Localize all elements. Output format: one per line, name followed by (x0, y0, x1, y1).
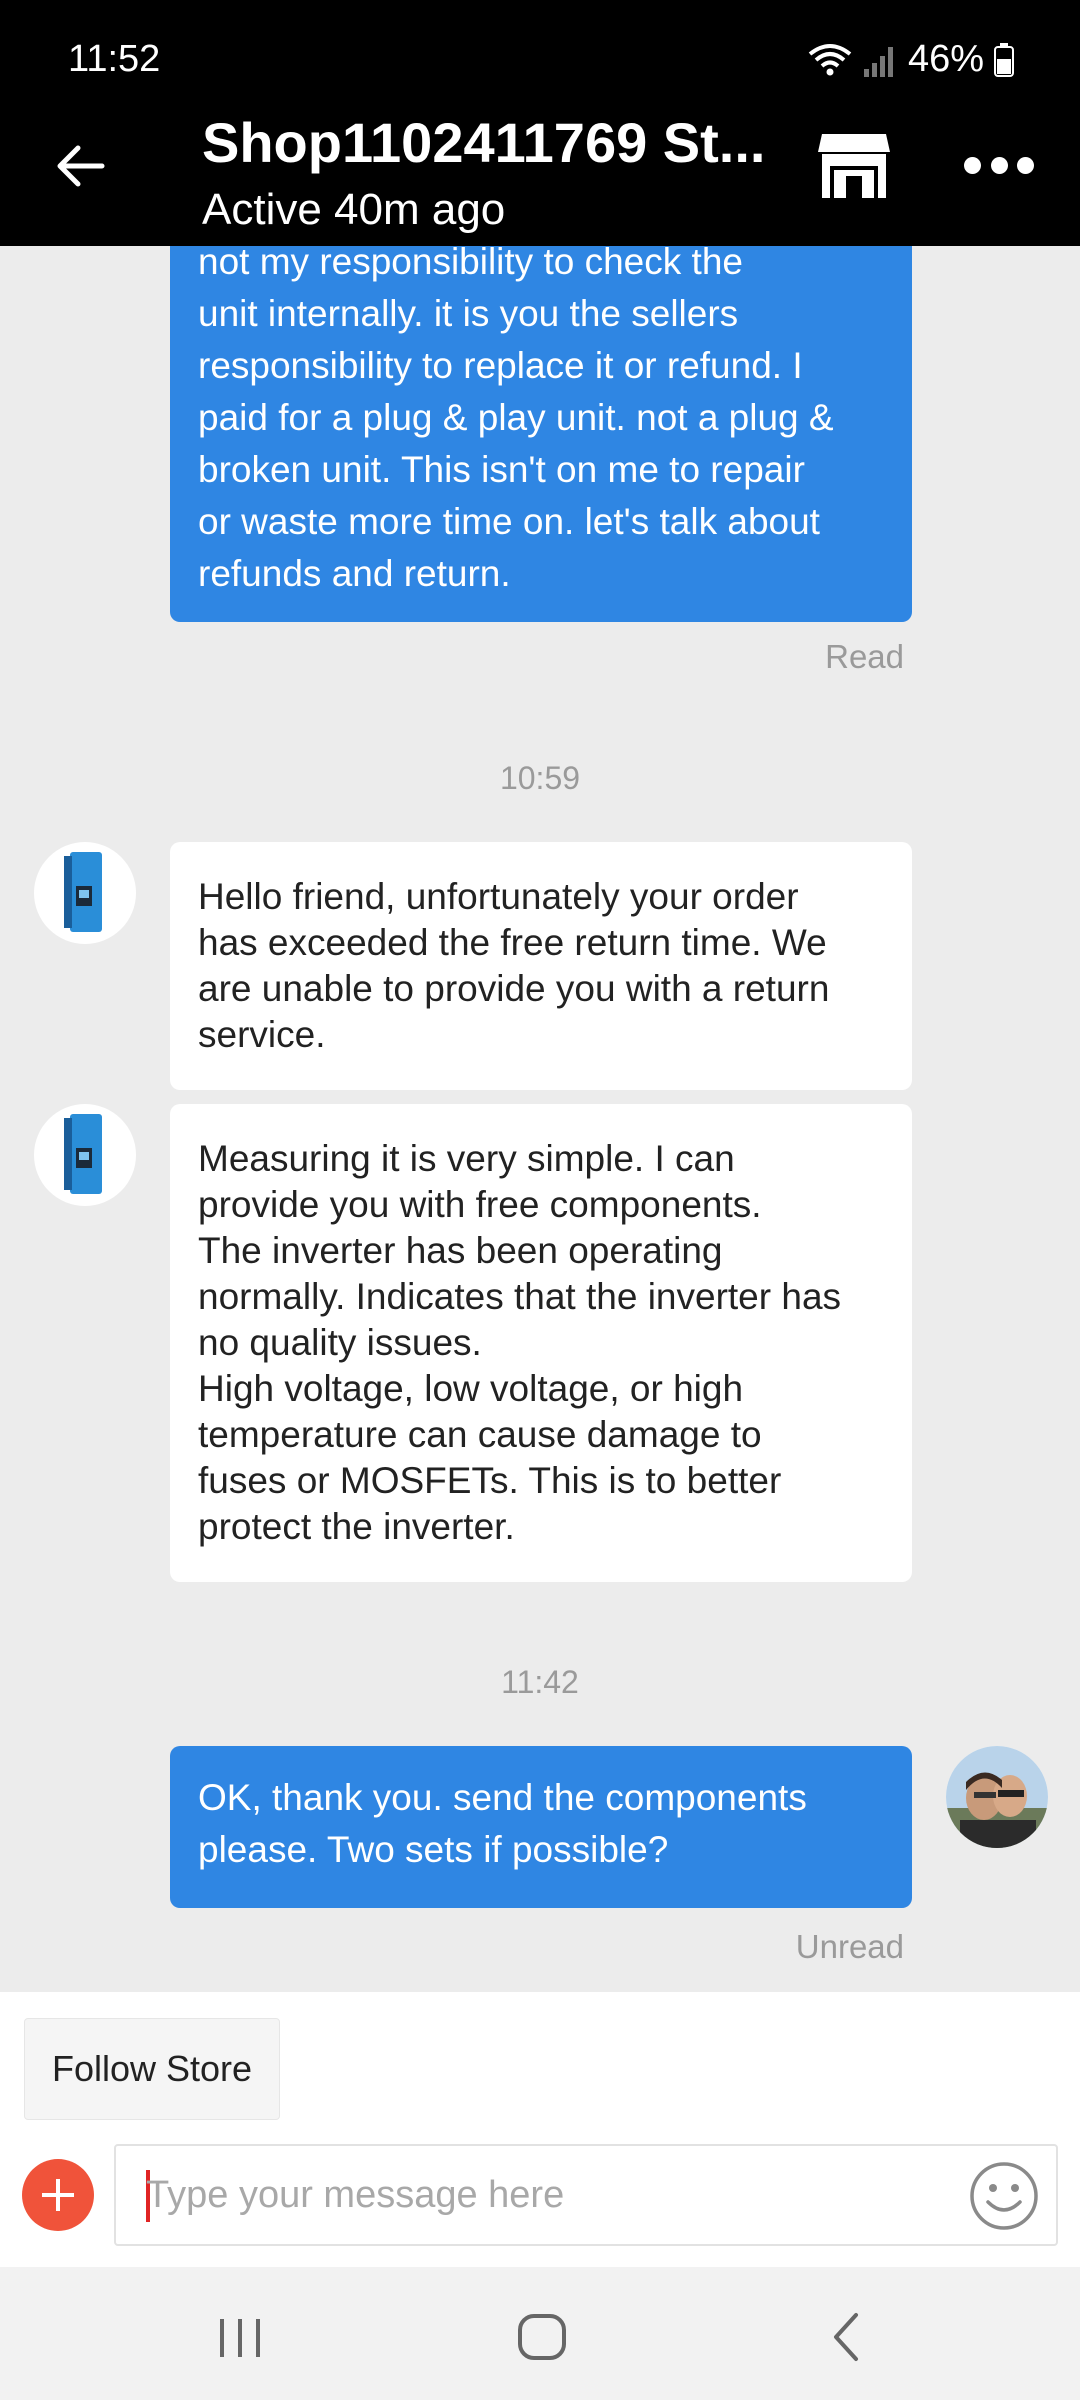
timestamp: 10:59 (499, 760, 581, 796)
wifi-icon (808, 43, 852, 75)
more-options-button[interactable] (964, 148, 1034, 182)
home-icon (518, 2314, 566, 2360)
plus-icon[interactable] (22, 2159, 94, 2231)
message-input-box[interactable] (114, 2144, 1058, 2246)
system-nav-bar (0, 2267, 1080, 2400)
store-icon (818, 134, 890, 198)
inverter-product-icon (64, 852, 102, 932)
back-nav-button[interactable] (818, 2307, 878, 2367)
inverter-product-icon (64, 1114, 102, 1194)
signal-icon (863, 46, 893, 77)
message-incoming[interactable]: Hello friend, unfortunately your order h… (170, 842, 912, 1090)
chat-area[interactable]: not my responsibility to check the unit … (0, 246, 1080, 1992)
shop-avatar[interactable] (34, 1104, 136, 1206)
status-time: 11:52 (68, 38, 161, 80)
active-status: Active 40m ago (202, 185, 506, 234)
chevron-left-icon (834, 2313, 858, 2361)
home-button[interactable] (512, 2307, 572, 2367)
shop-avatar[interactable] (34, 842, 136, 944)
input-panel: Follow Store (0, 1992, 1080, 2267)
timestamp: 11:42 (501, 1664, 579, 1700)
read-receipt: Read (825, 638, 904, 675)
more-dots-icon (964, 156, 981, 174)
emoji-button[interactable] (968, 2160, 1040, 2232)
message-input[interactable] (146, 2146, 946, 2244)
follow-store-button[interactable]: Follow Store (24, 2018, 280, 2120)
status-icons: 46% (808, 38, 1014, 81)
arrow-left-icon (57, 145, 105, 187)
recent-apps-button[interactable] (210, 2307, 270, 2367)
message-incoming[interactable]: Measuring it is very simple. I can provi… (170, 1104, 912, 1582)
shop-name-title[interactable]: Shop1102411769 St... (202, 108, 782, 178)
chat-header: Shop1102411769 St... Active 40m ago (0, 104, 1080, 246)
recent-apps-icon (220, 2319, 260, 2357)
back-button[interactable] (48, 134, 112, 198)
store-button[interactable] (816, 130, 892, 202)
unread-receipt: Unread (795, 1928, 904, 1965)
message-outgoing[interactable]: not my responsibility to check the unit … (170, 246, 912, 622)
user-avatar[interactable] (946, 1746, 1048, 1848)
smiley-icon (970, 2162, 1038, 2230)
message-outgoing[interactable]: OK, thank you. send the components pleas… (170, 1746, 912, 1908)
battery-icon (994, 42, 1014, 77)
battery-percent: 46% (907, 38, 984, 80)
user-photo-icon (946, 1746, 1048, 1848)
